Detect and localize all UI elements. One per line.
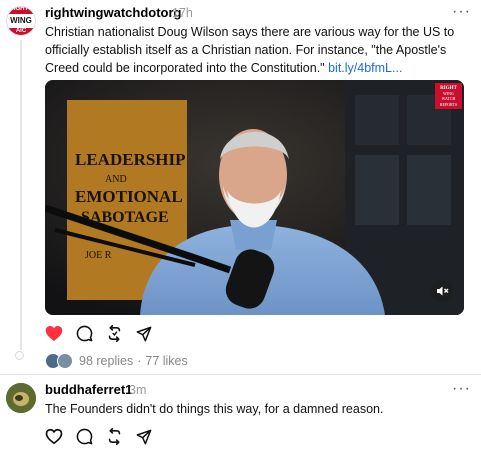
book-title-1: LEADERSHIP <box>75 150 186 169</box>
mute-icon <box>437 286 449 296</box>
heart-icon[interactable] <box>45 325 63 342</box>
post-text: Christian nationalist Doug Wilson says t… <box>45 23 465 77</box>
thread-line <box>20 40 22 350</box>
reply-time[interactable]: 3m <box>129 383 146 397</box>
reply-username[interactable]: buddhaferret1 <box>45 382 132 397</box>
likes-count[interactable]: 77 likes <box>145 354 187 368</box>
comment-icon[interactable] <box>76 325 93 342</box>
video-frame: LEADERSHIP AND EMOTIONAL SABOTAGE JOE R … <box>45 80 464 315</box>
book-title-3: EMOTIONAL <box>75 187 183 206</box>
avatar-text-3: AIC <box>15 28 27 34</box>
heart-icon[interactable] <box>45 428 63 445</box>
badge-line-3: WATCH <box>442 96 456 101</box>
badge-line-4: REPORTS <box>440 102 457 107</box>
share-icon[interactable] <box>136 326 152 342</box>
avatar-image <box>6 383 36 413</box>
repost-icon[interactable] <box>106 325 123 342</box>
avatar-text-1: IGHT <box>13 6 29 12</box>
avatar-text-2: WING <box>10 16 32 25</box>
book-author: JOE R <box>85 250 112 261</box>
post-username[interactable]: rightwingwatchdotorg <box>45 5 181 20</box>
stats-separator: · <box>137 354 142 368</box>
post-link[interactable]: bit.ly/4bfmL... <box>328 61 402 75</box>
thread-dot <box>15 351 24 360</box>
post-time[interactable]: 17h <box>172 6 193 20</box>
video-player[interactable]: LEADERSHIP AND EMOTIONAL SABOTAGE JOE R … <box>45 80 464 315</box>
avatar-rightwingwatch[interactable]: IGHT WING AIC <box>6 6 36 36</box>
post-stats: 98 replies · 77 likes <box>45 352 188 370</box>
post-actions <box>45 325 165 342</box>
more-icon[interactable]: ··· <box>452 4 471 20</box>
reply-text: The Founders didn't do things this way, … <box>45 402 384 416</box>
share-icon[interactable] <box>136 429 152 445</box>
avatar-buddhaferret[interactable] <box>6 383 36 413</box>
repost-icon[interactable] <box>106 428 123 445</box>
reply-more-icon[interactable]: ··· <box>452 381 471 397</box>
replies-count[interactable]: 98 replies <box>79 354 133 368</box>
divider <box>0 374 481 375</box>
book-title-2: AND <box>105 174 127 185</box>
replier-avatar <box>57 353 73 369</box>
reply-actions <box>45 428 165 445</box>
comment-icon[interactable] <box>76 428 93 445</box>
mute-button[interactable] <box>431 280 453 302</box>
